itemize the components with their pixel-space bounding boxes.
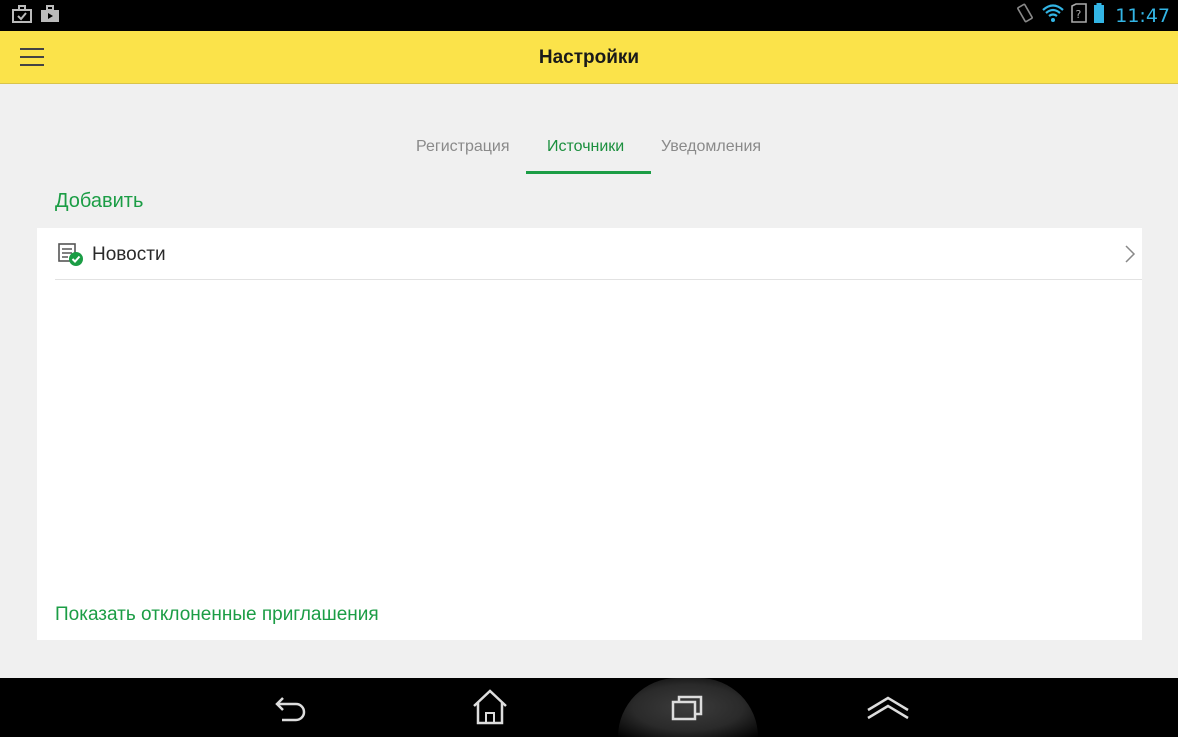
page-title: Настройки (538, 47, 640, 68)
show-declined-invitations-link[interactable]: Показать отклоненные приглашения (55, 604, 379, 626)
list-item-news[interactable]: Новости (55, 228, 1142, 280)
screen-rotation-icon (1015, 3, 1035, 28)
app-bar: Настройки (0, 31, 1178, 84)
status-bar: ? 11:47 (0, 0, 1178, 31)
briefcase-check-icon (12, 5, 32, 23)
tab-sources[interactable]: Источники (547, 138, 624, 156)
briefcase-play-icon (40, 5, 60, 23)
tab-registration[interactable]: Регистрация (416, 138, 510, 156)
active-tab-indicator (526, 171, 651, 174)
home-icon[interactable] (470, 688, 510, 728)
svg-text:?: ? (1076, 8, 1082, 21)
system-navigation-bar (0, 678, 1178, 737)
recent-apps-icon[interactable] (669, 688, 709, 728)
add-source-button[interactable]: Добавить (55, 190, 143, 213)
status-clock: 11:47 (1115, 4, 1170, 27)
news-verified-icon (58, 243, 84, 267)
source-name: Новости (92, 244, 166, 265)
battery-icon (1093, 3, 1105, 28)
chevron-right-icon (1124, 245, 1136, 263)
menu-up-icon[interactable] (866, 688, 909, 728)
tab-notifications[interactable]: Уведомления (661, 138, 761, 156)
settings-tabs: Регистрация Источники Уведомления (0, 130, 1178, 174)
back-icon[interactable] (271, 688, 311, 728)
wifi-icon (1041, 3, 1065, 28)
no-sim-icon: ? (1071, 3, 1088, 28)
sources-card: Новости Показать отклоненные приглашения (37, 228, 1142, 640)
